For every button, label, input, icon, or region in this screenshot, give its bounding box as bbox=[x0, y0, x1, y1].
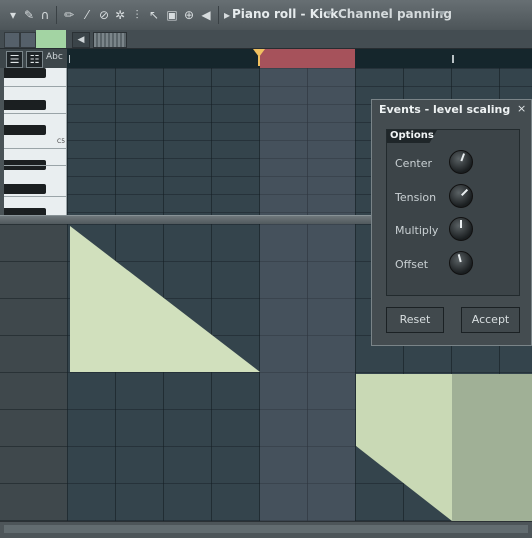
white-key-divider bbox=[4, 113, 66, 114]
center-knob[interactable] bbox=[449, 150, 473, 174]
center-label: Center bbox=[395, 157, 433, 170]
chevron-down-icon[interactable] bbox=[438, 11, 446, 16]
multiply-label: Multiply bbox=[395, 224, 439, 237]
scroll-left-button[interactable]: ◀ bbox=[72, 32, 90, 48]
timeline-tick bbox=[69, 55, 70, 63]
horizontal-zoom-handle[interactable] bbox=[93, 32, 127, 48]
black-key[interactable] bbox=[4, 125, 46, 135]
octave-label: C5 bbox=[57, 138, 66, 145]
toolbar-divider bbox=[56, 6, 57, 24]
offset-label: Offset bbox=[395, 258, 429, 271]
knob-pointer bbox=[457, 254, 462, 263]
mute-icon[interactable]: ✲ bbox=[113, 8, 127, 22]
draw-tool-button[interactable] bbox=[20, 32, 36, 48]
black-key[interactable] bbox=[4, 100, 46, 110]
event-shaded-region bbox=[452, 374, 532, 521]
multiply-knob[interactable] bbox=[449, 217, 473, 241]
knob-pointer bbox=[460, 153, 466, 162]
slice-icon[interactable]: ⫶ bbox=[130, 8, 144, 22]
event-ramp-down[interactable] bbox=[70, 226, 260, 372]
tension-knob[interactable] bbox=[449, 184, 473, 208]
select-icon[interactable]: ↖ bbox=[147, 8, 161, 22]
tension-label: Tension bbox=[395, 191, 437, 204]
black-key[interactable] bbox=[4, 184, 46, 194]
scrollbar-thumb[interactable] bbox=[4, 525, 528, 533]
note-names-toggle[interactable]: Abc bbox=[46, 52, 63, 62]
wrench-icon[interactable]: ✎ bbox=[22, 8, 36, 22]
note-list-button[interactable]: ☷ bbox=[26, 51, 43, 68]
black-key[interactable] bbox=[4, 68, 46, 78]
options-label: Options bbox=[390, 130, 434, 141]
chevron-down-icon[interactable] bbox=[325, 11, 333, 16]
dropdown-arrow-icon[interactable]: ▾ bbox=[6, 8, 20, 22]
reset-button[interactable]: Reset bbox=[386, 307, 444, 333]
loop-highlight bbox=[260, 68, 355, 215]
window-title[interactable]: Piano roll - Kick bbox=[232, 7, 338, 21]
accept-button[interactable]: Accept bbox=[461, 307, 520, 333]
toolbar-divider bbox=[218, 6, 219, 24]
close-icon[interactable]: × bbox=[517, 102, 526, 115]
timeline-tick bbox=[452, 55, 454, 63]
white-key-divider bbox=[4, 148, 66, 149]
dialog-title: Events - level scaling bbox=[379, 103, 511, 116]
speaker-icon[interactable]: ◀ bbox=[199, 8, 213, 22]
delete-icon[interactable]: ⊘ bbox=[97, 8, 111, 22]
channel-color-swatch[interactable] bbox=[36, 30, 66, 48]
white-key-divider bbox=[4, 86, 66, 87]
event-editor-sidebar bbox=[0, 224, 67, 521]
pencil-icon[interactable]: ✏ bbox=[62, 8, 76, 22]
target-control-selector[interactable]: Channel panning bbox=[338, 7, 452, 21]
knob-pointer bbox=[460, 220, 462, 228]
white-key-divider bbox=[4, 165, 66, 166]
offset-knob[interactable] bbox=[449, 251, 473, 275]
stamp-tool-button[interactable] bbox=[4, 32, 20, 48]
view-mode-button[interactable]: ☰ bbox=[6, 51, 23, 68]
white-key-divider bbox=[4, 196, 66, 197]
magnet-icon[interactable]: ∩ bbox=[38, 8, 52, 22]
black-key[interactable] bbox=[4, 208, 46, 215]
zoom-icon[interactable]: ▣ bbox=[165, 8, 179, 22]
loop-region[interactable] bbox=[260, 49, 355, 68]
knob-pointer bbox=[461, 188, 469, 196]
playhead-stem bbox=[258, 56, 260, 66]
brush-icon[interactable]: ⁄ bbox=[80, 8, 94, 22]
playback-icon[interactable]: ⊕ bbox=[182, 8, 196, 22]
